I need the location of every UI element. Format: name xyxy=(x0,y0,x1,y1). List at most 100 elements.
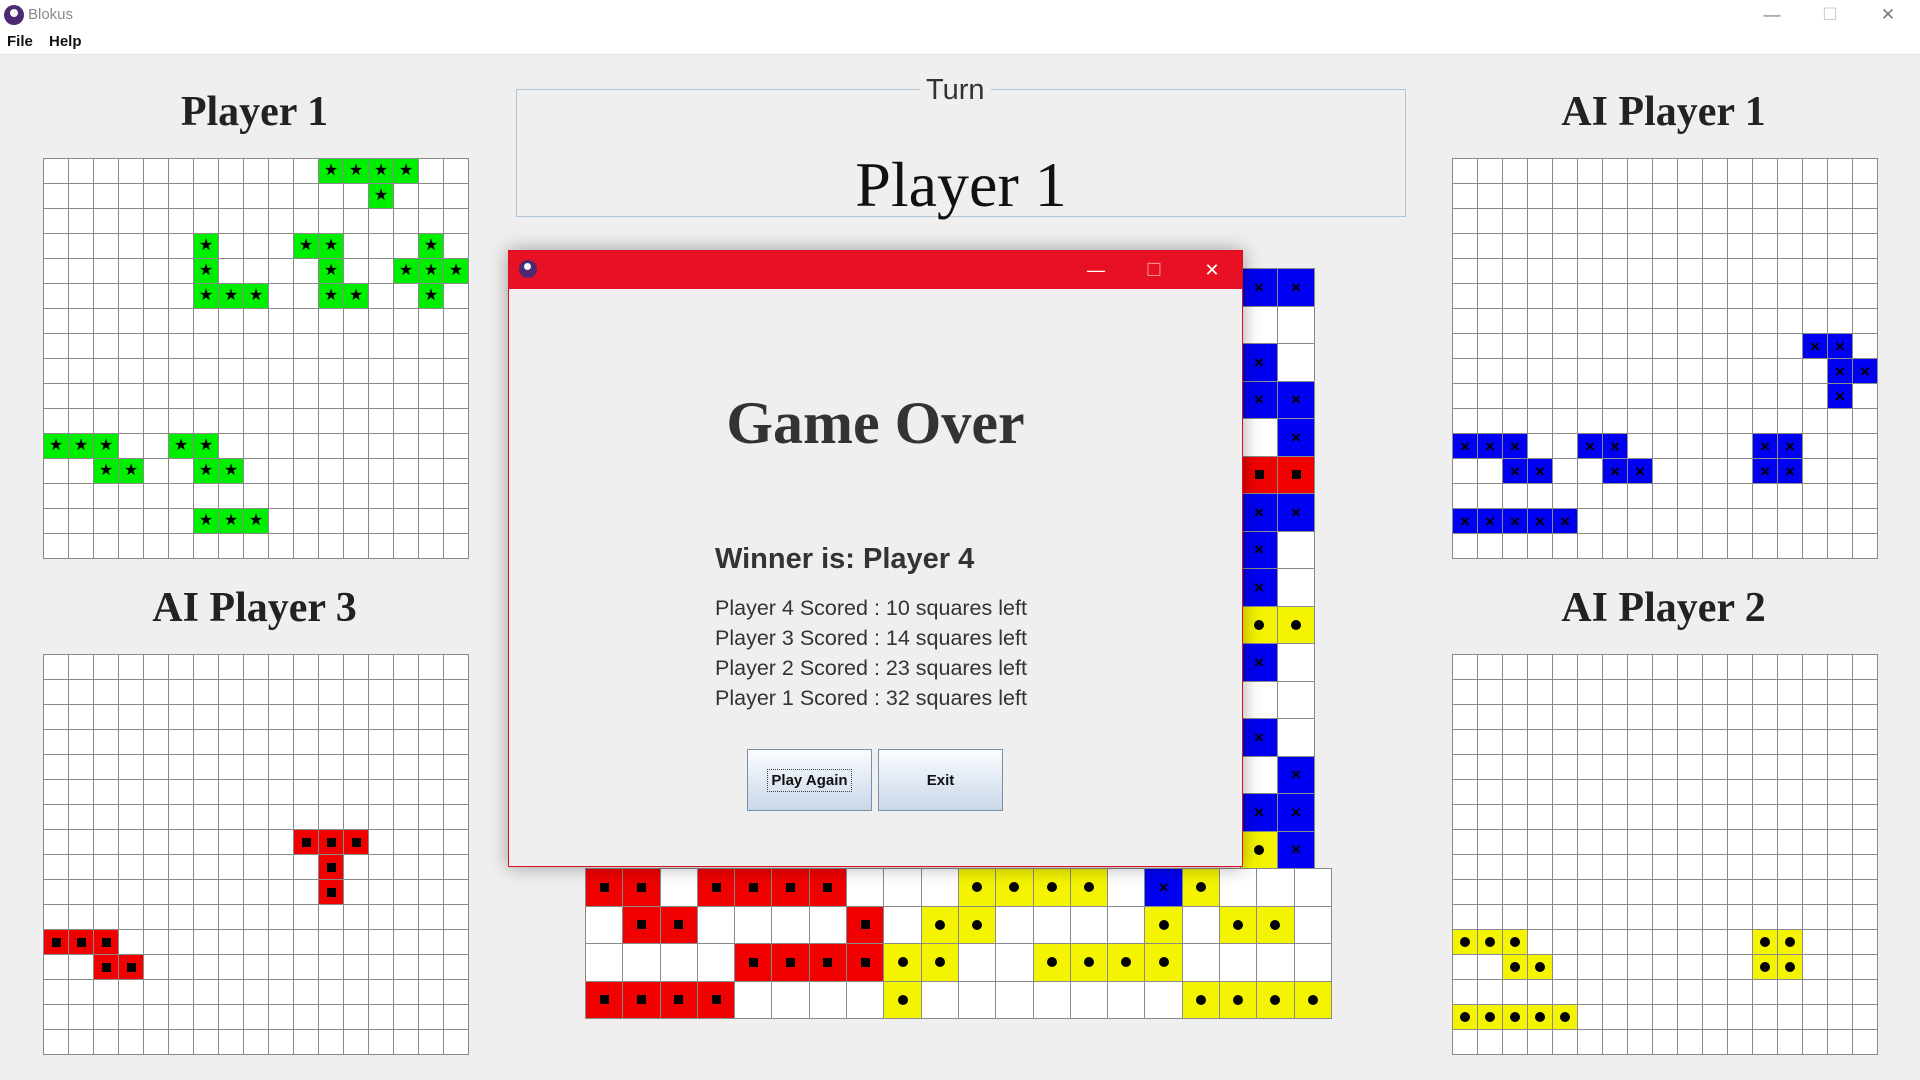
empty-cell[interactable] xyxy=(69,484,94,509)
empty-cell[interactable] xyxy=(369,284,394,309)
empty-cell[interactable] xyxy=(419,184,444,209)
empty-cell[interactable] xyxy=(294,384,319,409)
empty-cell[interactable] xyxy=(219,184,244,209)
piece-cell[interactable]: ★ xyxy=(194,434,219,459)
placed-piece-cell[interactable] xyxy=(735,869,773,907)
exit-button[interactable]: Exit xyxy=(878,749,1003,811)
dialog-close-button[interactable]: ✕ xyxy=(1183,251,1241,289)
placed-piece-cell[interactable] xyxy=(1033,869,1071,907)
empty-cell[interactable] xyxy=(144,184,169,209)
empty-cell[interactable] xyxy=(94,384,119,409)
piece-cell[interactable]: ★ xyxy=(194,459,219,484)
board-cell[interactable] xyxy=(1033,981,1071,1019)
empty-cell[interactable] xyxy=(169,534,194,559)
empty-cell[interactable] xyxy=(69,284,94,309)
empty-cell[interactable] xyxy=(119,384,144,409)
empty-cell[interactable] xyxy=(269,534,294,559)
empty-cell[interactable] xyxy=(94,534,119,559)
empty-cell[interactable] xyxy=(269,234,294,259)
dialog-minimize-button[interactable]: — xyxy=(1067,251,1125,289)
empty-cell[interactable] xyxy=(269,509,294,534)
placed-piece-cell[interactable] xyxy=(772,944,810,982)
empty-cell[interactable] xyxy=(94,484,119,509)
piece-cell[interactable]: ★ xyxy=(394,259,419,284)
placed-piece-cell[interactable] xyxy=(1220,981,1258,1019)
empty-cell[interactable] xyxy=(69,459,94,484)
empty-cell[interactable] xyxy=(144,484,169,509)
empty-cell[interactable] xyxy=(244,234,269,259)
empty-cell[interactable] xyxy=(394,309,419,334)
board-cell[interactable] xyxy=(1241,306,1278,344)
placed-piece-cell[interactable] xyxy=(1070,869,1109,907)
piece-cell[interactable]: ★ xyxy=(344,159,369,184)
empty-cell[interactable] xyxy=(169,284,194,309)
placed-piece-cell[interactable] xyxy=(1182,981,1221,1019)
empty-cell[interactable] xyxy=(119,234,144,259)
empty-cell[interactable] xyxy=(244,409,269,434)
empty-cell[interactable] xyxy=(369,359,394,384)
board-cell[interactable] xyxy=(1278,644,1315,682)
piece-cell[interactable]: ★ xyxy=(194,259,219,284)
empty-cell[interactable] xyxy=(119,159,144,184)
empty-cell[interactable] xyxy=(144,334,169,359)
empty-cell[interactable] xyxy=(419,484,444,509)
empty-cell[interactable] xyxy=(69,184,94,209)
empty-cell[interactable] xyxy=(94,209,119,234)
placed-piece-cell[interactable] xyxy=(623,869,661,907)
empty-cell[interactable] xyxy=(319,434,344,459)
maximize-button[interactable]: ☐ xyxy=(1802,0,1858,30)
empty-cell[interactable] xyxy=(169,159,194,184)
board-cell[interactable] xyxy=(772,981,810,1019)
empty-cell[interactable] xyxy=(219,359,244,384)
board-cell[interactable] xyxy=(1108,981,1146,1019)
empty-cell[interactable] xyxy=(44,534,69,559)
empty-cell[interactable] xyxy=(419,359,444,384)
empty-cell[interactable] xyxy=(444,459,469,484)
board-cell[interactable] xyxy=(660,869,698,907)
board-cell[interactable] xyxy=(884,906,922,944)
empty-cell[interactable] xyxy=(94,234,119,259)
empty-cell[interactable] xyxy=(119,309,144,334)
empty-cell[interactable] xyxy=(394,234,419,259)
placed-piece-cell[interactable]: × xyxy=(1241,344,1278,382)
placed-piece-cell[interactable] xyxy=(958,906,997,944)
piece-cell[interactable]: ★ xyxy=(69,434,94,459)
empty-cell[interactable] xyxy=(319,534,344,559)
board-cell[interactable] xyxy=(1182,944,1221,982)
empty-cell[interactable] xyxy=(294,334,319,359)
empty-cell[interactable] xyxy=(294,409,319,434)
board-cell[interactable] xyxy=(1108,869,1146,907)
empty-cell[interactable] xyxy=(44,334,69,359)
board-cell[interactable] xyxy=(1108,906,1146,944)
empty-cell[interactable] xyxy=(344,434,369,459)
empty-cell[interactable] xyxy=(394,184,419,209)
empty-cell[interactable] xyxy=(319,459,344,484)
placed-piece-cell[interactable] xyxy=(1278,456,1315,494)
empty-cell[interactable] xyxy=(94,409,119,434)
empty-cell[interactable] xyxy=(244,459,269,484)
empty-cell[interactable] xyxy=(369,459,394,484)
placed-piece-cell[interactable]: × xyxy=(1278,381,1315,419)
placed-piece-cell[interactable]: × xyxy=(1241,644,1278,682)
empty-cell[interactable] xyxy=(44,384,69,409)
close-button[interactable]: ✕ xyxy=(1860,0,1916,30)
empty-cell[interactable] xyxy=(294,534,319,559)
empty-cell[interactable] xyxy=(419,384,444,409)
board-cell[interactable] xyxy=(772,906,810,944)
empty-cell[interactable] xyxy=(369,384,394,409)
piece-cell[interactable]: ★ xyxy=(219,509,244,534)
empty-cell[interactable] xyxy=(269,259,294,284)
empty-cell[interactable] xyxy=(144,409,169,434)
empty-cell[interactable] xyxy=(269,409,294,434)
empty-cell[interactable] xyxy=(219,434,244,459)
piece-cell[interactable]: ★ xyxy=(294,234,319,259)
empty-cell[interactable] xyxy=(344,209,369,234)
empty-cell[interactable] xyxy=(444,434,469,459)
empty-cell[interactable] xyxy=(69,534,94,559)
empty-cell[interactable] xyxy=(369,534,394,559)
board-cell[interactable] xyxy=(1294,944,1332,982)
player1-piece-board[interactable]: ★ ★ ★ ★ ★ ★ ★ ★ ★ ★ ★ ★ ★ ★ ★ ★ ★ ★ ★ ★ ★ ★ ★ ★ ★ ★ ★ ★ ★ ★ ★ ★ xyxy=(43,158,469,559)
empty-cell[interactable] xyxy=(444,159,469,184)
piece-cell[interactable]: ★ xyxy=(344,284,369,309)
empty-cell[interactable] xyxy=(444,184,469,209)
